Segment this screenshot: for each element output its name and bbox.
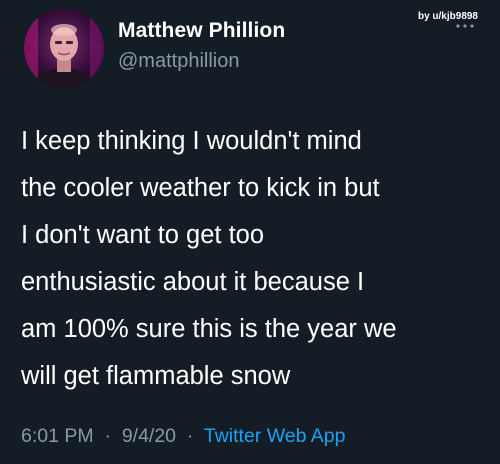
tweet-text-line: I don't want to get too (21, 221, 265, 249)
tweet-metadata: 6:01 PM · 9/4/20 · Twitter Web App (21, 425, 346, 448)
author-handle[interactable]: @mattphillion (118, 50, 239, 73)
meta-separator: · (99, 425, 117, 447)
tweet-time[interactable]: 6:01 PM (21, 425, 94, 447)
tweet-card: Matthew Phillion @mattphillion by u/kjb9… (0, 0, 500, 464)
tweet-text-line: the cooler weather to kick in but (21, 174, 380, 202)
tweet-date[interactable]: 9/4/20 (122, 425, 176, 447)
tweet-text-line: will get flammable snow (21, 362, 291, 390)
avatar[interactable] (24, 8, 104, 88)
avatar-image (24, 8, 104, 88)
tweet-text-line: am 100% sure this is the year we (21, 315, 397, 343)
author-display-name[interactable]: Matthew Phillion (118, 19, 285, 43)
tweet-text-line: I keep thinking I wouldn't mind (21, 127, 362, 155)
tweet-text: I keep thinking I wouldn't mind the cool… (21, 118, 491, 400)
tweet-source-link[interactable]: Twitter Web App (204, 425, 346, 447)
meta-separator: · (181, 425, 199, 447)
more-dots-icon[interactable] (454, 21, 476, 31)
tweet-text-line: enthusiastic about it because I (21, 268, 365, 296)
